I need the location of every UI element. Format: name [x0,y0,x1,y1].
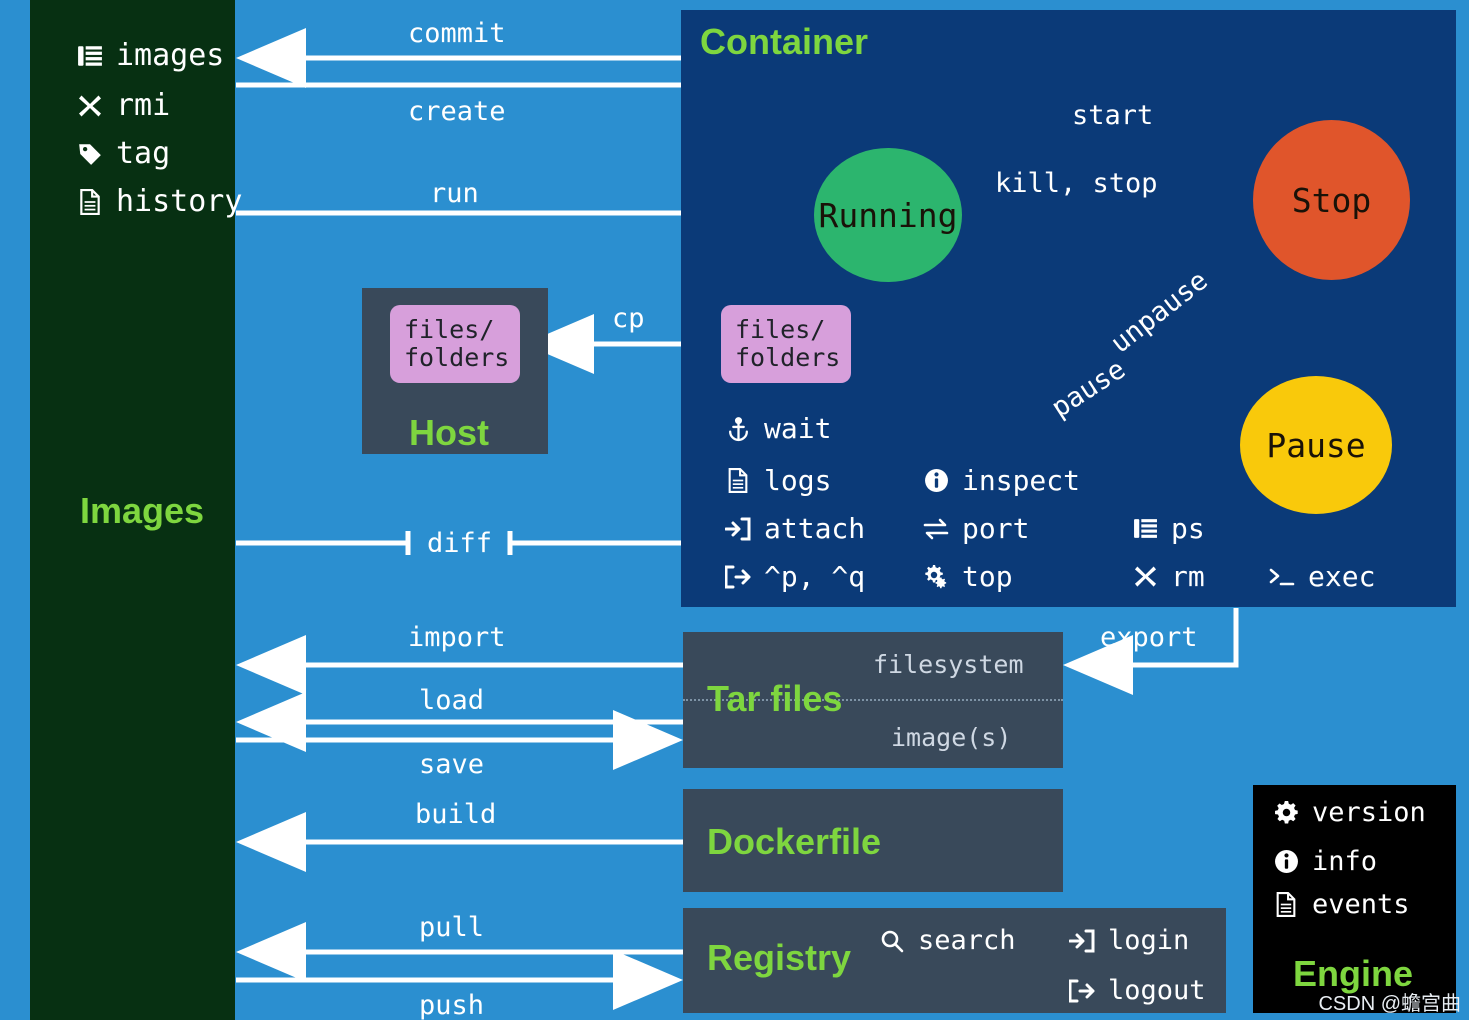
list-icon [76,42,104,70]
engine-command-version[interactable]: version [1272,797,1426,828]
sign-out-icon [724,563,752,591]
state-running[interactable]: Running [814,148,962,282]
tar-filesystem-label: filesystem [873,650,1024,679]
sign-in-icon [1068,927,1096,955]
exchange-icon [922,515,950,543]
gear-icon [1272,799,1300,827]
tag-icon [76,140,104,168]
host-title: Host [409,412,489,453]
sidebar-item-label: images [116,38,225,73]
command-inspect[interactable]: inspect [922,464,1080,497]
command-label: top [962,560,1013,593]
command-label: search [918,925,1016,956]
command-label: ps [1171,512,1205,545]
edge-label-import: import [408,622,506,653]
engine-command-events[interactable]: events [1272,889,1410,920]
state-pause[interactable]: Pause [1240,376,1392,514]
images-panel-title: Images [80,490,205,531]
edge-label-diff: diff [427,528,493,559]
diagram-canvas: images rmi tag history Images Container … [0,0,1469,1020]
command-label: info [1312,846,1378,877]
edge-label-create: create [408,96,506,127]
command-label: logs [764,464,832,497]
command-exec[interactable]: exec [1268,560,1375,593]
sign-out-icon [1068,977,1096,1005]
dockerfile-title: Dockerfile [707,821,882,862]
edge-label-push: push [419,990,485,1020]
host-files-folders: files/folders [390,305,520,383]
sidebar-item-label: rmi [116,88,171,123]
registry-command-logout[interactable]: logout [1068,975,1206,1006]
command-label: version [1312,797,1426,828]
state-label: Pause [1266,425,1366,465]
edge-label-load: load [419,685,485,716]
registry-title: Registry [707,937,852,978]
edge-label-export: export [1100,622,1198,653]
command-detach-keys[interactable]: ^p, ^q [724,560,865,593]
edge-label-commit: commit [408,18,506,49]
list-icon [1131,515,1159,543]
command-port[interactable]: port [922,512,1029,545]
edge-label-build: build [415,799,497,830]
command-rm[interactable]: rm [1131,560,1205,593]
sidebar-item-history[interactable]: history [76,184,242,219]
registry-command-search[interactable]: search [878,925,1016,956]
tar-files-title: Tar files [707,678,843,719]
state-stop[interactable]: Stop [1253,120,1410,280]
gears-icon [922,563,950,591]
edge-label-run: run [430,178,479,209]
command-top[interactable]: top [922,560,1013,593]
command-label: wait [764,412,832,445]
command-label: logout [1108,975,1206,1006]
terminal-icon [1268,563,1296,591]
command-logs[interactable]: logs [724,464,831,497]
sidebar-item-rmi[interactable]: rmi [76,88,170,123]
container-files-folders: files/folders [721,305,851,383]
search-icon [878,927,906,955]
command-label: port [962,512,1030,545]
edge-label-pull: pull [419,912,485,943]
command-label: login [1108,925,1190,956]
edge-label-kill-stop: kill, stop [995,168,1158,199]
anchor-icon [724,415,752,443]
command-label: attach [764,512,866,545]
tar-images-label: image(s) [891,723,1012,752]
file-icon [724,467,752,495]
sidebar-item-label: tag [116,136,171,171]
command-wait[interactable]: wait [724,412,831,445]
sidebar-item-label: history [116,184,243,219]
info-icon [1272,848,1300,876]
state-label: Stop [1291,180,1372,220]
file-icon [76,188,104,216]
command-label: exec [1308,560,1376,593]
command-attach[interactable]: attach [724,512,865,545]
watermark: CSDN @蟾宫曲 [1318,993,1461,1015]
engine-command-info[interactable]: info [1272,846,1377,877]
command-label: ^p, ^q [764,560,866,593]
sign-in-icon [724,515,752,543]
x-icon [1131,563,1159,591]
state-label: Running [818,195,958,235]
edge-label-cp: cp [612,303,645,334]
images-sidebar: images rmi tag history Images [30,0,242,1020]
command-ps[interactable]: ps [1131,512,1205,545]
edge-label-save: save [419,749,485,780]
container-panel-title: Container [700,21,869,62]
command-label: rm [1171,560,1205,593]
sidebar-item-images[interactable]: images [76,38,224,73]
command-label: events [1312,889,1410,920]
edge-label-start: start [1072,100,1154,131]
info-icon [922,467,950,495]
x-icon [76,92,104,120]
command-label: inspect [962,464,1081,497]
sidebar-item-tag[interactable]: tag [76,136,170,171]
file-icon [1272,891,1300,919]
registry-command-login[interactable]: login [1068,925,1189,956]
